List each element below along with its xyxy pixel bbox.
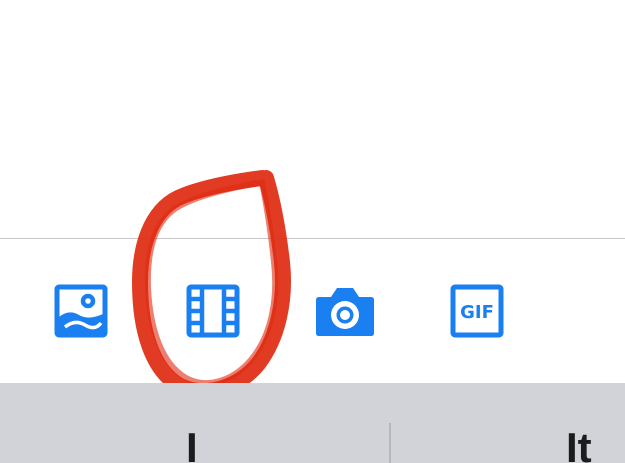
gif-button[interactable]: GIF: [448, 283, 506, 339]
gif-icon: GIF: [450, 284, 504, 338]
keyboard-suggestion-bar: I It: [0, 383, 625, 463]
suggestion-separator: [389, 423, 391, 463]
camera-icon: [316, 288, 374, 336]
photo-library-icon: [54, 284, 108, 338]
media-toolbar: GIF: [0, 239, 625, 383]
video-button[interactable]: [184, 283, 242, 339]
keyboard-suggestion[interactable]: I: [186, 427, 198, 463]
gif-label: GIF: [460, 302, 494, 323]
video-film-icon: [186, 284, 240, 338]
camera-button[interactable]: [312, 283, 378, 339]
keyboard-suggestion[interactable]: It: [566, 427, 592, 463]
photo-library-button[interactable]: [52, 283, 110, 339]
compose-text-area[interactable]: [0, 0, 625, 238]
